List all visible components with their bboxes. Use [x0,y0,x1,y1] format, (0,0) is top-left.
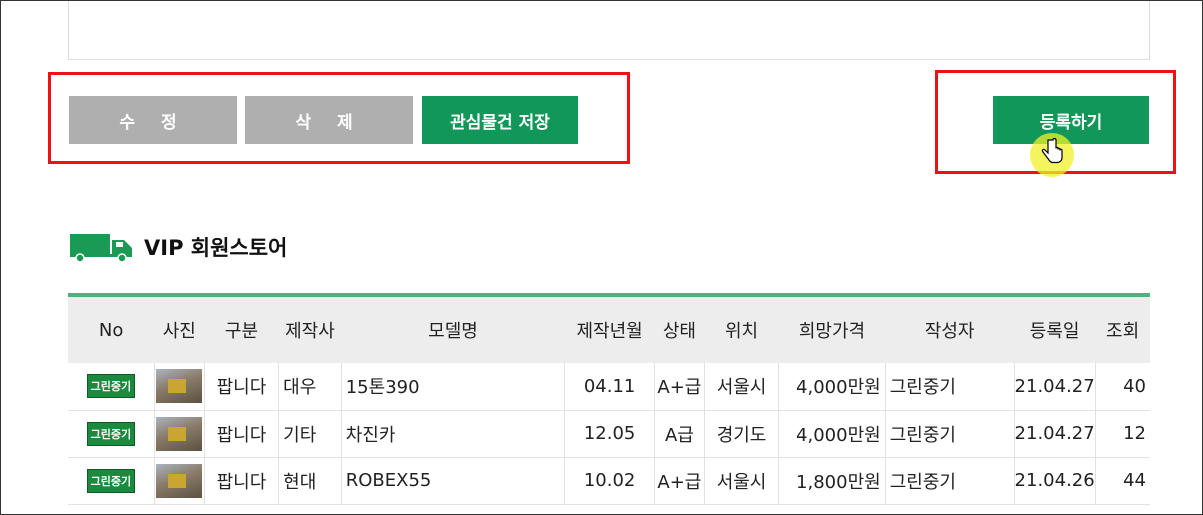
cell-state: A+급 [653,363,705,410]
listing-thumbnail[interactable] [156,369,203,404]
cell-date: 10.02 [564,457,655,504]
cell-author: 그린중기 [884,363,1015,410]
col-header-photo: 사진 [154,293,205,363]
content-textarea[interactable] [68,0,1150,60]
save-interest-button[interactable]: 관심물건 저장 [422,96,578,144]
section-header: VIP 회원스토어 [70,232,287,262]
cell-location: 경기도 [703,410,779,457]
cell-reg: 21.04.26 [1013,457,1096,504]
cell-date: 12.05 [564,410,655,457]
register-button[interactable]: 등록하기 [993,96,1149,144]
col-header-type: 구분 [204,293,279,363]
hand-cursor-icon [1041,138,1063,164]
col-header-price: 희망가격 [778,293,886,363]
cell-model[interactable]: ROBEX55 [340,457,565,504]
delete-button[interactable]: 삭 제 [245,96,413,144]
cell-maker: 대우 [278,363,342,410]
cell-reg: 21.04.27 [1013,363,1096,410]
col-header-location: 위치 [704,293,779,363]
listing-thumbnail[interactable] [156,463,203,498]
cell-author: 그린중기 [884,457,1015,504]
table-row[interactable]: 그린중기 팝니다 대우 15톤390 04.11 A+급 서울시 4,000만원… [68,363,1150,410]
section-title: VIP 회원스토어 [144,236,288,260]
cell-price: 1,800만원 [778,457,886,504]
listing-table: No 사진 구분 제작사 모델명 제작년월 상태 위치 희망가격 작성자 등록일… [68,293,1150,505]
member-badge: 그린중기 [86,374,136,399]
table-row[interactable]: 그린중기 팝니다 기타 차진카 12.05 A급 경기도 4,000만원 그린중… [68,410,1150,457]
listing-thumbnail[interactable] [156,416,203,451]
truck-icon [70,234,132,262]
member-badge: 그린중기 [86,421,136,446]
edit-button[interactable]: 수 정 [69,96,237,144]
member-badge: 그린중기 [86,468,136,493]
cell-model[interactable]: 15톤390 [340,363,565,410]
col-header-reg: 등록일 [1014,293,1096,363]
cell-views: 44 [1094,457,1150,504]
cell-type: 팝니다 [203,457,279,504]
cell-location: 서울시 [703,457,779,504]
cell-price: 4,000만원 [778,410,886,457]
table-row[interactable]: 그린중기 팝니다 현대 ROBEX55 10.02 A+급 서울시 1,800만… [68,457,1150,504]
cell-type: 팝니다 [203,363,279,410]
cell-maker: 기타 [278,410,342,457]
cell-state: A+급 [653,457,705,504]
cell-views: 12 [1094,410,1150,457]
col-header-state: 상태 [654,293,705,363]
cell-maker: 현대 [278,457,342,504]
col-header-model: 모델명 [341,293,565,363]
cell-reg: 21.04.27 [1013,410,1096,457]
cell-location: 서울시 [703,363,779,410]
cell-author: 그린중기 [884,410,1015,457]
cell-model[interactable]: 차진카 [340,410,565,457]
cell-state: A급 [653,410,705,457]
col-header-maker: 제작사 [278,293,342,363]
col-header-date: 제작년월 [564,293,655,363]
cell-type: 팝니다 [203,410,279,457]
cell-date: 04.11 [564,363,655,410]
col-header-views: 조회 [1095,293,1150,363]
col-header-author: 작성자 [885,293,1015,363]
cell-price: 4,000만원 [778,363,886,410]
col-header-no: No [68,293,155,363]
cell-views: 40 [1094,363,1150,410]
table-header-row: No 사진 구분 제작사 모델명 제작년월 상태 위치 희망가격 작성자 등록일… [68,293,1150,363]
